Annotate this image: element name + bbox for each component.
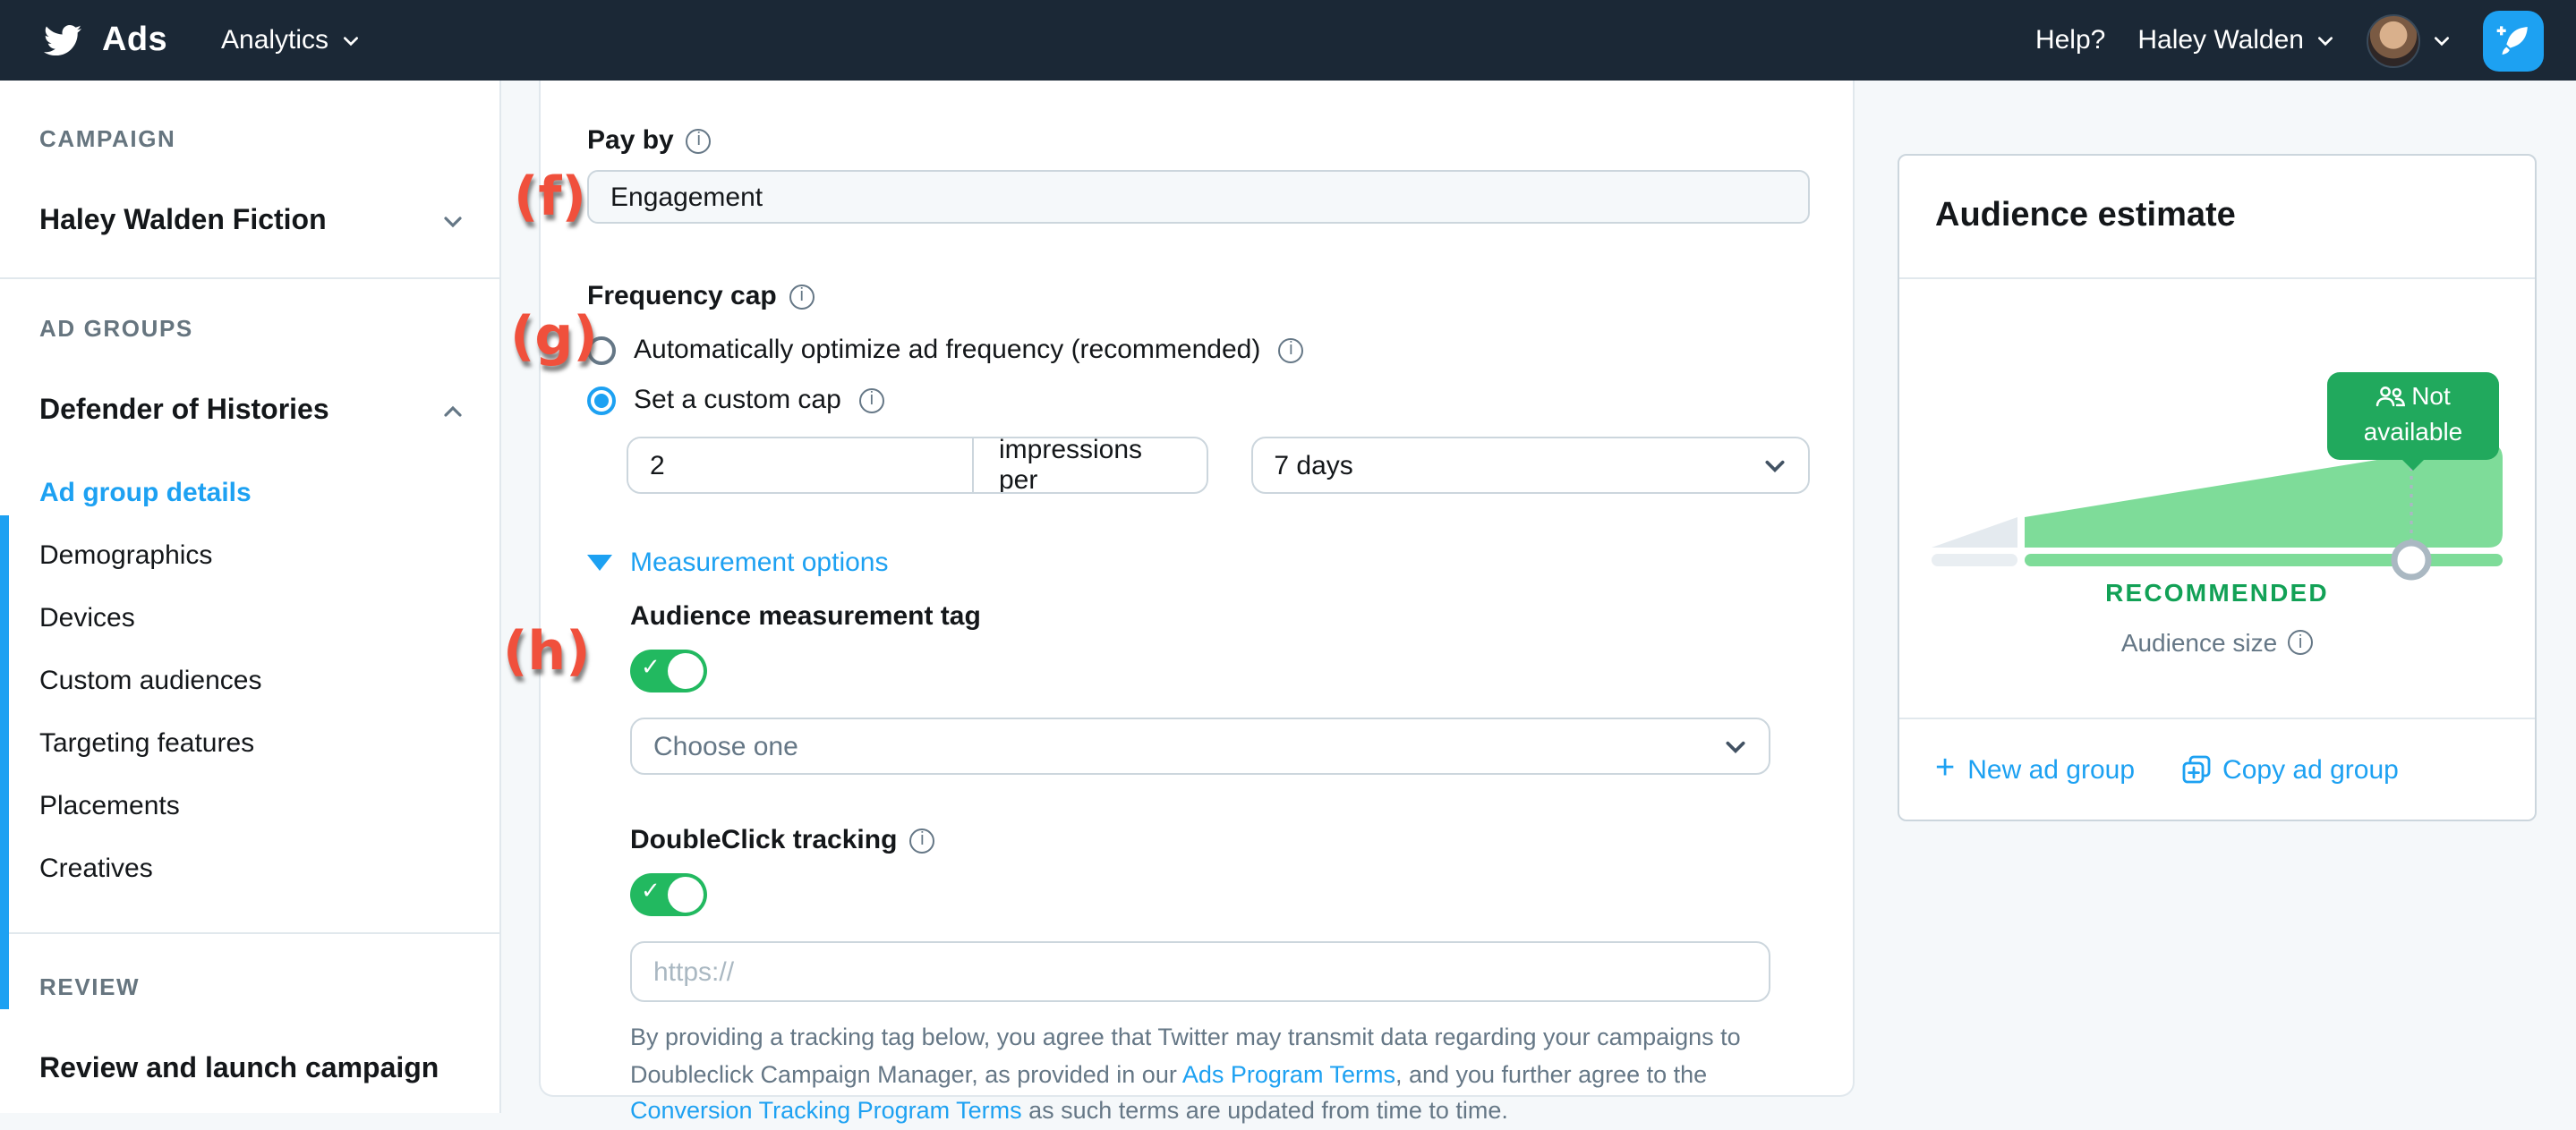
annotation-f: (f) <box>514 166 586 229</box>
sidebar-item-custom-audiences[interactable]: Custom audiences <box>39 662 499 701</box>
sidebar-divider <box>0 932 499 934</box>
campaign-selector[interactable]: Haley Walden Fiction <box>0 206 499 238</box>
profile-menu[interactable] <box>2367 13 2451 67</box>
account-name: Haley Walden <box>2137 25 2304 55</box>
audience-size-info-icon[interactable]: i <box>2288 630 2314 655</box>
radio-selected-icon[interactable] <box>587 386 616 414</box>
legal-text: , and you further agree to the <box>1395 1060 1708 1088</box>
help-link[interactable]: Help? <box>2035 25 2105 55</box>
measurement-options-toggle[interactable]: Measurement options <box>587 548 1810 578</box>
slider-handle[interactable] <box>2391 540 2432 581</box>
analytics-menu[interactable]: Analytics <box>221 25 359 55</box>
audience-estimate-chart: Not available RECOMMENDED Audience size … <box>1899 279 2535 718</box>
chevron-down-icon <box>1726 740 1745 752</box>
chevron-down-icon <box>2435 36 2449 46</box>
analytics-menu-label: Analytics <box>221 25 329 55</box>
audience-estimate-card: Audience estimate Not available RECOMMEN… <box>1898 154 2537 821</box>
annotation-g: (g) <box>510 306 598 369</box>
pay-by-info-icon[interactable]: i <box>686 128 712 153</box>
frequency-cap-info-icon[interactable]: i <box>789 284 815 309</box>
custom-cap-input-group: impressions per <box>627 437 1208 494</box>
cap-unit-label: impressions per <box>972 438 1206 492</box>
new-ad-group-button[interactable]: + New ad group <box>1935 750 2136 787</box>
cap-value-input[interactable] <box>628 438 972 492</box>
legal-text: as such terms are updated from time to t… <box>1021 1097 1508 1125</box>
frequency-custom-option[interactable]: Set a custom cap i <box>587 385 1810 415</box>
campaign-sidebar: CAMPAIGN Haley Walden Fiction AD GROUPS … <box>0 81 501 1113</box>
chevron-down-icon <box>1765 459 1785 472</box>
frequency-custom-info-icon[interactable]: i <box>858 387 884 412</box>
sidebar-item-demographics[interactable]: Demographics <box>39 537 499 576</box>
sidebar-item-targeting-features[interactable]: Targeting features <box>39 725 499 764</box>
campaign-section-header: CAMPAIGN <box>39 125 176 152</box>
frequency-auto-option[interactable]: Automatically optimize ad frequency (rec… <box>587 335 1810 365</box>
audience-tag-label: Audience measurement tag <box>630 601 981 632</box>
audience-tooltip: Not available <box>2327 372 2499 470</box>
sidebar-item-creatives[interactable]: Creatives <box>39 850 499 889</box>
toggle-knob <box>668 653 704 689</box>
copy-ad-group-label: Copy ad group <box>2222 754 2399 785</box>
audience-estimate-title: Audience estimate <box>1935 197 2236 234</box>
ad-group-details-form: Pay by i Frequency cap i Automatically o… <box>539 81 1855 1124</box>
copy-icon <box>2181 755 2210 784</box>
chevron-down-icon <box>444 217 462 228</box>
compose-feather-icon <box>2496 25 2528 54</box>
cap-period-select[interactable]: 7 days <box>1250 437 1810 494</box>
doubleclick-label: DoubleClick tracking <box>630 825 898 855</box>
doubleclick-switch[interactable]: ✓ <box>630 873 707 916</box>
frequency-auto-label: Automatically optimize ad frequency (rec… <box>634 335 1261 365</box>
review-section-header: REVIEW <box>39 973 141 1000</box>
avatar <box>2367 13 2420 67</box>
plus-icon: + <box>1935 750 1956 787</box>
chevron-down-icon <box>2318 36 2333 46</box>
triangle-down-icon <box>587 555 612 571</box>
ad-groups-section-header: AD GROUPS <box>39 315 193 342</box>
slider-track-gray <box>1932 554 2017 566</box>
frequency-cap-label: Frequency cap <box>587 281 777 311</box>
chevron-up-icon <box>444 405 462 417</box>
annotation-h: (h) <box>503 621 591 684</box>
toggle-knob <box>668 877 704 913</box>
ads-program-terms-link[interactable]: Ads Program Terms <box>1182 1060 1395 1087</box>
gray-ramp-shape <box>1932 517 2017 548</box>
twitter-ads-page: Ads Analytics Help? Haley Walden CAMPAIG… <box>0 0 2576 1124</box>
measurement-options-label: Measurement options <box>630 548 889 578</box>
audience-tag-select[interactable]: Choose one <box>630 718 1770 775</box>
sidebar-item-devices[interactable]: Devices <box>39 599 499 639</box>
review-item-label: Review and launch campaign <box>39 1054 439 1084</box>
compose-tweet-button[interactable] <box>2483 10 2544 71</box>
pay-by-label: Pay by <box>587 125 674 156</box>
sidebar-item-ad-group-details[interactable]: Ad group details <box>39 474 499 514</box>
pay-by-field[interactable] <box>587 170 1810 224</box>
twitter-bird-icon <box>44 24 81 56</box>
audience-tag-switch[interactable]: ✓ <box>630 650 707 692</box>
check-icon: ✓ <box>641 653 661 680</box>
doubleclick-url-input[interactable] <box>630 941 1770 1002</box>
recommended-label: RECOMMENDED <box>2105 578 2329 607</box>
ad-group-name: Defender of Histories <box>39 395 329 426</box>
cap-period-value: 7 days <box>1274 450 1353 480</box>
audience-tag-select-value: Choose one <box>653 731 798 761</box>
doubleclick-legal-text: By providing a tracking tag below, you a… <box>630 1020 1790 1130</box>
audience-size-label: Audience size <box>2120 628 2278 657</box>
chevron-down-icon <box>343 36 358 46</box>
check-icon: ✓ <box>641 877 661 904</box>
account-menu[interactable]: Haley Walden <box>2137 25 2334 55</box>
sidebar-item-placements[interactable]: Placements <box>39 787 499 827</box>
copy-ad-group-button[interactable]: Copy ad group <box>2181 754 2399 785</box>
people-icon <box>2376 387 2406 407</box>
active-section-indicator <box>0 515 9 1009</box>
campaign-name: Haley Walden Fiction <box>39 206 327 236</box>
sidebar-item-review-launch[interactable]: Review and launch campaign <box>0 1054 499 1086</box>
ad-group-selector[interactable]: Defender of Histories <box>0 395 499 428</box>
new-ad-group-label: New ad group <box>1967 754 2136 785</box>
frequency-auto-info-icon[interactable]: i <box>1278 337 1304 362</box>
doubleclick-info-icon[interactable]: i <box>909 828 935 853</box>
top-navigation-bar: Ads Analytics Help? Haley Walden <box>0 0 2576 81</box>
conversion-tracking-terms-link[interactable]: Conversion Tracking Program Terms <box>630 1097 1022 1124</box>
frequency-custom-label: Set a custom cap <box>634 385 841 415</box>
brand-label: Ads <box>102 21 167 58</box>
sidebar-divider <box>0 277 499 279</box>
